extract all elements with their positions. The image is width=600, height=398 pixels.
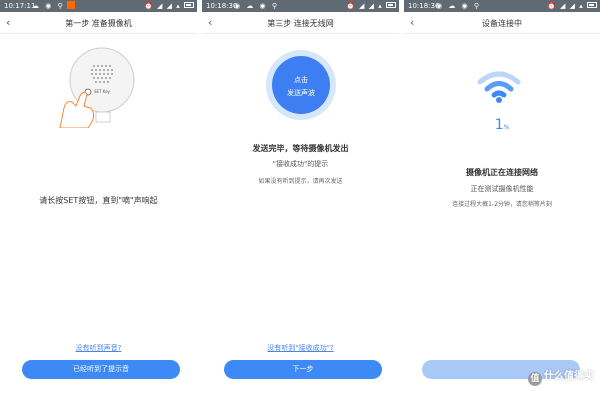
status-subheading: "接收成功"的提示	[272, 160, 329, 168]
progress-percent: 1%	[404, 114, 600, 133]
status-bar: 10:18:30 ◉ ☁ ◉ ⚲ ⏰ ◢ ◢ ▴	[202, 0, 399, 12]
status-system-icons: ⏰ ◢ ◢ ▴	[144, 0, 194, 12]
screen-step1: 10:17:11 ☁ ◉ ⚲ ⏰ ◢ ◢ ▴ ‹ 第一步 准备摄像机 SET K…	[0, 0, 197, 398]
status-bar: 10:18:36 ◉ ☁ ◉ ⚲ ⏰ ◢ ◢ ▴	[404, 0, 600, 12]
status-heading: 摄像机正在连接网络	[466, 168, 538, 177]
watermark-logo-icon: 值	[528, 372, 542, 386]
status-time: 10:17:11	[4, 2, 36, 10]
next-step-button[interactable]: 下一步	[224, 360, 382, 379]
page-title: 第三步 连接无线网	[267, 19, 334, 28]
no-sound-link[interactable]: 没有听到声音?	[0, 343, 197, 353]
heard-tone-button[interactable]: 已经听到了提示音	[22, 360, 180, 379]
watermark-text: 什么值得买	[544, 371, 594, 382]
status-notification-icons: ☁ ◉ ⚲	[32, 0, 75, 12]
status-hint: 如果没有听到提示，请再次发送	[258, 178, 343, 185]
app-notification-icon	[66, 1, 75, 9]
wifi-icon	[477, 71, 521, 103]
battery-icon	[587, 2, 597, 8]
status-system-icons: ⏰ ◢ ◢ ▴	[547, 0, 597, 12]
nav-bar: ‹ 设备连接中	[404, 12, 600, 34]
status-heading: 发送完毕，等待摄像机发出	[252, 144, 349, 153]
camera-illustration: SET Key	[59, 47, 135, 128]
page-title: 第一步 准备摄像机	[65, 19, 132, 28]
send-soundwave-line1: 点击	[294, 76, 308, 84]
nav-bar: ‹ 第一步 准备摄像机	[0, 12, 197, 34]
screen-step3: 10:18:30 ◉ ☁ ◉ ⚲ ⏰ ◢ ◢ ▴ ‹ 第三步 连接无线网 点击 …	[202, 0, 399, 398]
page-title: 设备连接中	[482, 19, 522, 28]
send-soundwave-button-ring[interactable]: 点击 发送声波	[266, 50, 336, 120]
nav-bar: ‹ 第三步 连接无线网	[202, 12, 399, 34]
instruction-text: 请长按SET按钮，直到"嘀"声响起	[39, 196, 158, 205]
battery-icon	[386, 2, 396, 8]
status-time: 10:18:36	[408, 2, 440, 10]
status-bar: 10:17:11 ☁ ◉ ⚲ ⏰ ◢ ◢ ▴	[0, 0, 197, 12]
status-notification-icons: ◉ ☁ ◉ ⚲	[436, 2, 482, 10]
battery-icon	[184, 2, 194, 8]
progress-unit: %	[503, 124, 510, 131]
send-soundwave-button[interactable]: 点击 发送声波	[272, 56, 330, 114]
no-success-tone-link[interactable]: 没有听到"接收成功"?	[202, 343, 399, 353]
set-key-label: SET Key	[94, 89, 111, 94]
status-subheading: 正在测试摄像机性能	[470, 185, 534, 193]
status-system-icons: ⏰ ◢ ◢ ▴	[346, 0, 396, 12]
progress-value: 1	[494, 117, 504, 133]
status-time: 10:18:30	[206, 2, 238, 10]
send-soundwave-line2: 发送声波	[287, 89, 315, 97]
watermark: 值什么值得买	[528, 367, 594, 386]
status-notification-icons: ◉ ☁ ◉ ⚲	[234, 2, 280, 10]
status-hint: 连接过程大概1-2分钟，请您稍等片刻	[452, 201, 552, 208]
screen-connecting: 10:18:36 ◉ ☁ ◉ ⚲ ⏰ ◢ ◢ ▴ ‹ 设备连接中 1% 摄像机正…	[404, 0, 600, 398]
